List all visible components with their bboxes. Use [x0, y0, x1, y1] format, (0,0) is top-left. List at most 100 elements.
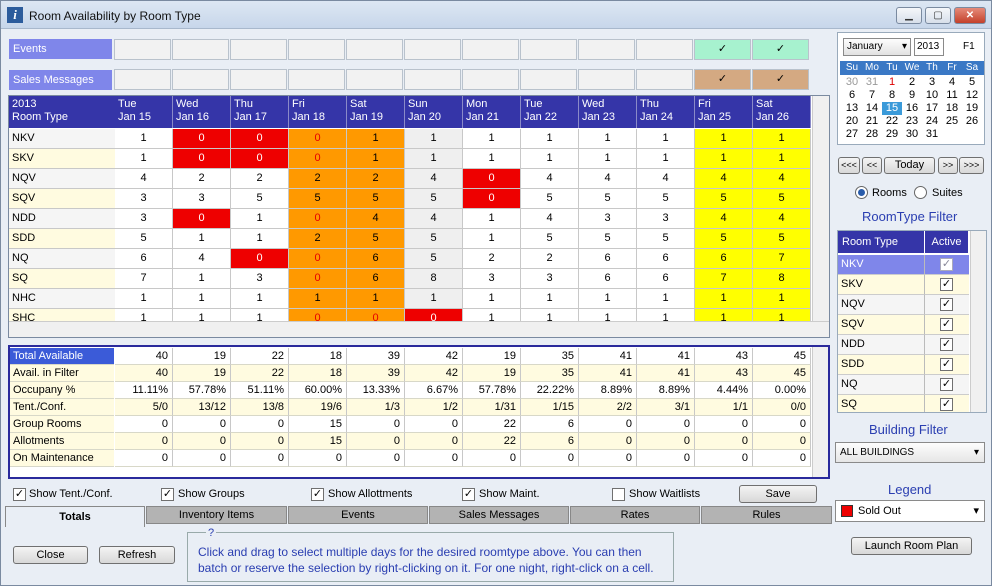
- event-cell[interactable]: [578, 39, 635, 60]
- show-allotments-checkbox[interactable]: ✓: [311, 488, 324, 501]
- availability-cell[interactable]: 6: [347, 249, 405, 269]
- availability-cell[interactable]: 5: [637, 189, 695, 209]
- availability-cell[interactable]: 4: [637, 169, 695, 189]
- sales-message-cell[interactable]: [462, 69, 519, 90]
- calendar-day[interactable]: 12: [962, 89, 982, 102]
- filter-roomtype-item[interactable]: SKV: [838, 275, 925, 295]
- date-header[interactable]: Tue Jan 22: [521, 96, 579, 128]
- availability-cell[interactable]: 6: [579, 249, 637, 269]
- calendar-day[interactable]: 17: [922, 102, 942, 115]
- availability-cell[interactable]: 1: [347, 149, 405, 169]
- availability-cell[interactable]: 1: [405, 149, 463, 169]
- prev-year-button[interactable]: <<<: [838, 157, 860, 174]
- calendar-day[interactable]: 7: [862, 89, 882, 102]
- tab-inventory-items[interactable]: Inventory Items: [146, 506, 287, 524]
- availability-cell[interactable]: 5: [289, 189, 347, 209]
- availability-cell[interactable]: 4: [115, 169, 173, 189]
- show-groups-checkbox[interactable]: ✓: [161, 488, 174, 501]
- event-cell[interactable]: [636, 39, 693, 60]
- active-checkbox[interactable]: ✓: [940, 378, 953, 391]
- calendar-day[interactable]: 19: [962, 102, 982, 115]
- availability-cell[interactable]: 1: [463, 149, 521, 169]
- availability-cell[interactable]: 4: [173, 249, 231, 269]
- sales-message-cell[interactable]: [636, 69, 693, 90]
- calendar-day[interactable]: 1: [882, 76, 902, 89]
- filter-roomtype-item[interactable]: NQV: [838, 295, 925, 315]
- availability-cell[interactable]: 4: [347, 209, 405, 229]
- availability-cell[interactable]: 1: [521, 289, 579, 309]
- availability-cell[interactable]: 5: [231, 189, 289, 209]
- date-header[interactable]: Mon Jan 21: [463, 96, 521, 128]
- availability-cell[interactable]: 0: [173, 209, 231, 229]
- availability-cell[interactable]: 0: [289, 269, 347, 289]
- event-cell[interactable]: [114, 39, 171, 60]
- availability-cell[interactable]: 1: [753, 129, 811, 149]
- calendar-day[interactable]: 31: [862, 76, 882, 89]
- calendar-day[interactable]: 11: [942, 89, 962, 102]
- availability-cell[interactable]: 7: [695, 269, 753, 289]
- availability-cell[interactable]: 1: [173, 269, 231, 289]
- year-spinner[interactable]: 2013: [914, 38, 944, 56]
- date-header[interactable]: Sat Jan 19: [347, 96, 405, 128]
- calendar-day[interactable]: 26: [962, 115, 982, 128]
- sales-message-cell[interactable]: [288, 69, 345, 90]
- availability-cell[interactable]: 5: [521, 229, 579, 249]
- next-month-button[interactable]: >>: [938, 157, 958, 174]
- event-cell[interactable]: [230, 39, 287, 60]
- calendar-day[interactable]: 18: [942, 102, 962, 115]
- availability-cell[interactable]: 1: [347, 129, 405, 149]
- active-checkbox[interactable]: ✓: [940, 338, 953, 351]
- availability-cell[interactable]: 0: [289, 129, 347, 149]
- calendar-day[interactable]: 15: [882, 102, 902, 115]
- grid-horizontal-scrollbar[interactable]: [9, 321, 829, 337]
- date-header[interactable]: Fri Jan 18: [289, 96, 347, 128]
- availability-cell[interactable]: 2: [289, 229, 347, 249]
- minimize-button[interactable]: ▁: [896, 7, 922, 24]
- availability-cell[interactable]: 3: [231, 269, 289, 289]
- rooms-radio[interactable]: [855, 186, 868, 199]
- sales-message-cell[interactable]: [578, 69, 635, 90]
- calendar-day[interactable]: 4: [942, 76, 962, 89]
- availability-cell[interactable]: 5: [579, 189, 637, 209]
- event-cell[interactable]: [346, 39, 403, 60]
- calendar-day[interactable]: 9: [902, 89, 922, 102]
- tab-rules[interactable]: Rules: [701, 506, 832, 524]
- availability-cell[interactable]: 1: [463, 229, 521, 249]
- date-header[interactable]: Thu Jan 24: [637, 96, 695, 128]
- availability-cell[interactable]: 1: [579, 289, 637, 309]
- close-button[interactable]: Close: [13, 546, 88, 564]
- filter-roomtype-item[interactable]: NKV: [838, 255, 925, 275]
- calendar-day[interactable]: 20: [842, 115, 862, 128]
- date-header[interactable]: Fri Jan 25: [695, 96, 753, 128]
- availability-cell[interactable]: 2: [521, 249, 579, 269]
- availability-cell[interactable]: 1: [753, 149, 811, 169]
- calendar-day[interactable]: 5: [962, 76, 982, 89]
- availability-cell[interactable]: 6: [637, 269, 695, 289]
- availability-cell[interactable]: 5: [579, 229, 637, 249]
- next-year-button[interactable]: >>>: [959, 157, 984, 174]
- availability-cell[interactable]: 5: [695, 189, 753, 209]
- availability-cell[interactable]: 3: [115, 209, 173, 229]
- sales-message-cell[interactable]: [520, 69, 577, 90]
- availability-cell[interactable]: 0: [173, 129, 231, 149]
- availability-cell[interactable]: 0: [289, 149, 347, 169]
- calendar-day[interactable]: 13: [842, 102, 862, 115]
- sales-message-cell[interactable]: [172, 69, 229, 90]
- availability-cell[interactable]: 1: [405, 289, 463, 309]
- calendar-day[interactable]: 30: [842, 76, 862, 89]
- month-dropdown[interactable]: January ▾: [843, 38, 911, 56]
- show-waitlists-checkbox[interactable]: [612, 488, 625, 501]
- calendar-day[interactable]: 2: [902, 76, 922, 89]
- active-checkbox[interactable]: ✓: [940, 298, 953, 311]
- calendar-day[interactable]: 22: [882, 115, 902, 128]
- calendar-day[interactable]: 6: [842, 89, 862, 102]
- availability-cell[interactable]: 5: [521, 189, 579, 209]
- availability-cell[interactable]: 4: [405, 209, 463, 229]
- availability-cell[interactable]: 1: [695, 129, 753, 149]
- availability-cell[interactable]: 1: [637, 149, 695, 169]
- filter-roomtype-item[interactable]: SQV: [838, 315, 925, 335]
- availability-cell[interactable]: 1: [173, 229, 231, 249]
- availability-cell[interactable]: 4: [695, 169, 753, 189]
- refresh-button[interactable]: Refresh: [99, 546, 175, 564]
- active-checkbox[interactable]: ✓: [940, 398, 953, 411]
